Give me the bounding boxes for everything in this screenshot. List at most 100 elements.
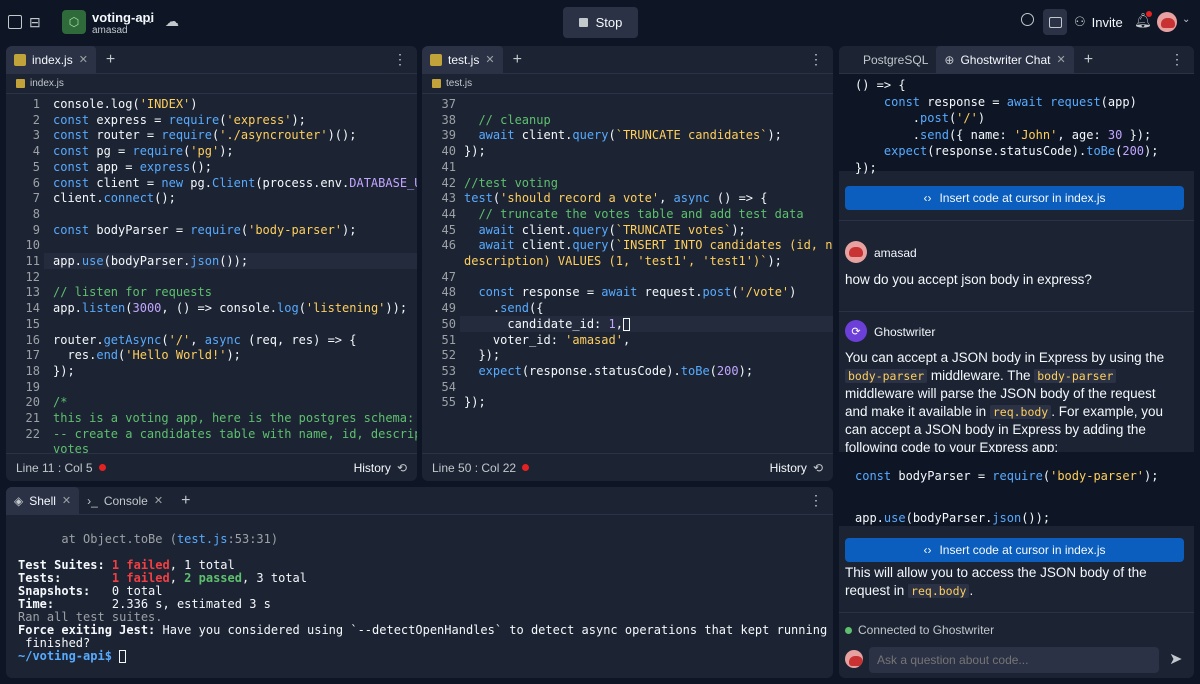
close-icon[interactable]: ✕ <box>79 53 88 66</box>
line-number: 46 <box>441 238 456 253</box>
line-number: 55 <box>441 395 456 410</box>
message-text: You can accept a JSON body in Express by… <box>845 350 1165 455</box>
user-avatar <box>845 241 867 263</box>
code-line: description) VALUES (1, 'test1', 'test1'… <box>464 254 782 268</box>
user-avatar <box>845 650 863 668</box>
close-icon[interactable]: ✕ <box>154 494 163 507</box>
line-number: 7 <box>32 191 40 206</box>
tab-postgresql[interactable]: PostgreSQL <box>839 46 936 74</box>
new-tab-icon[interactable]: + <box>1084 51 1093 69</box>
tab-ghostwriter-chat[interactable]: ⊕ Ghostwriter Chat ✕ <box>936 46 1074 74</box>
line-number: 44 <box>441 206 456 221</box>
error-indicator <box>98 464 106 471</box>
message-author: amasad <box>874 246 917 260</box>
js-file-icon <box>16 79 25 88</box>
breadcrumb-file[interactable]: test.js <box>446 78 472 89</box>
line-number: 6 <box>32 175 40 190</box>
more-menu-icon[interactable]: ⋮ <box>393 52 407 66</box>
cursor-position[interactable]: Line 11 : Col 5 <box>16 461 93 475</box>
search-icon[interactable] <box>1021 13 1034 26</box>
insert-code-button[interactable]: ‹› Insert code at cursor in index.js <box>845 538 1184 562</box>
line-number: 9 <box>32 222 40 237</box>
code-area[interactable]: 1 2 3 4 5 6 7 8 9 10 11 12 13 14 15 16 17 18 19 20 21 22 cons… <box>6 94 417 456</box>
tab-test-js[interactable]: test.js ✕ <box>422 46 503 74</box>
js-file-icon <box>430 53 442 66</box>
close-icon[interactable]: ✕ <box>1056 53 1065 66</box>
chat-tabbar: PostgreSQL ⊕ Ghostwriter Chat ✕ + ⋮ <box>839 46 1194 74</box>
status-bar: Line 50 : Col 22 History ⟲ <box>422 453 833 481</box>
code-line: const client = new pg.Client(process.env… <box>53 175 417 190</box>
line-number: 16 <box>25 332 40 347</box>
line-number: 20 <box>25 395 40 410</box>
tab-shell[interactable]: ◈ Shell ✕ <box>6 487 80 515</box>
code-brackets-icon: ‹› <box>923 191 932 205</box>
sidebar-toggle-icon[interactable] <box>8 15 22 29</box>
close-icon[interactable]: ✕ <box>62 494 71 507</box>
tab-label: Ghostwriter Chat <box>960 52 1051 67</box>
line-number: 41 <box>441 159 456 174</box>
line-number: 5 <box>32 159 40 174</box>
chevron-down-icon[interactable]: ⌄ <box>146 15 154 26</box>
history-label: History <box>769 460 807 475</box>
breadcrumb-file[interactable]: index.js <box>30 78 64 89</box>
more-menu-icon[interactable]: ⋮ <box>809 493 823 507</box>
invite-button[interactable]: ⚇ Invite <box>1068 9 1126 35</box>
workspace-icon[interactable]: ⊟ <box>29 14 41 31</box>
history-button[interactable]: History ⟲ <box>354 461 407 475</box>
breadcrumb: index.js <box>6 74 417 94</box>
line-number: 52 <box>441 348 456 363</box>
stop-button[interactable]: Stop <box>563 7 638 38</box>
line-number: 11 <box>25 254 40 268</box>
code-brackets-icon: ‹› <box>923 543 932 557</box>
terminal-output[interactable]: at Object.toBe (test.js:53:31) Test Suit… <box>18 533 827 663</box>
divider <box>839 612 1194 613</box>
new-tab-icon[interactable]: + <box>513 51 522 69</box>
chevron-down-icon[interactable]: ⌄ <box>1182 14 1190 25</box>
chat-input[interactable] <box>869 647 1159 673</box>
online-dot <box>845 626 852 634</box>
ghostwriter-icon: ⊕ <box>944 52 955 67</box>
line-number: 4 <box>32 144 40 159</box>
message-text: This will allow you to access the JSON b… <box>845 565 1147 598</box>
shell-icon: ◈ <box>14 493 24 508</box>
repl-name[interactable]: voting-api <box>92 10 154 25</box>
new-tab-icon[interactable]: + <box>181 492 190 510</box>
cursor-position[interactable]: Line 50 : Col 22 <box>432 461 516 475</box>
close-icon[interactable]: ✕ <box>485 53 494 66</box>
code-line: // truncate the votes table and add test… <box>478 206 804 221</box>
code-line: test('should record a vote', async () =>… <box>464 191 768 206</box>
code-line: router.getAsync('/', async (req, res) =>… <box>53 332 357 347</box>
code-line: console.log('INDEX') <box>53 97 198 111</box>
chat-button[interactable] <box>1043 9 1067 35</box>
code-line: .send({ <box>464 301 544 316</box>
ghostwriter-pane: PostgreSQL ⊕ Ghostwriter Chat ✕ + ⋮ () =… <box>839 46 1194 678</box>
insert-code-button[interactable]: ‹› Insert code at cursor in index.js <box>845 186 1184 210</box>
line-number: 40 <box>441 144 456 159</box>
tab-console[interactable]: ›_ Console ✕ <box>79 487 171 515</box>
line-number: 15 <box>25 316 40 331</box>
code-line: const pg = require('pg'); <box>53 144 234 159</box>
user-avatar[interactable] <box>1157 12 1177 32</box>
line-number: 47 <box>441 269 456 284</box>
history-label: History <box>353 460 391 475</box>
line-number: 42 <box>441 175 456 190</box>
tab-index-js[interactable]: index.js ✕ <box>6 46 96 74</box>
history-button[interactable]: History ⟲ <box>770 461 823 475</box>
code-area[interactable]: 37 38 39 40 41 42 43 44 45 46 47 48 49 50 51 52 53 54 55 /… <box>422 94 833 454</box>
connection-status: Connected to Ghostwriter <box>845 623 994 637</box>
invite-label: Invite <box>1091 14 1123 30</box>
new-tab-icon[interactable]: + <box>106 51 115 69</box>
code-line: /* <box>53 395 68 410</box>
cloud-icon: ☁ <box>165 13 179 29</box>
ghostwriter-avatar: ⟳ <box>845 320 867 342</box>
top-bar: ⊟ ⬡ voting-api amasad ⌄ ☁ Stop ⚇ Invite … <box>0 0 1200 44</box>
code-line: const app = express(); <box>53 159 212 174</box>
breadcrumb: test.js <box>422 74 833 94</box>
history-icon: ⟲ <box>396 460 407 475</box>
more-menu-icon[interactable]: ⋮ <box>809 52 823 66</box>
editor-tabbar: index.js ✕ + ⋮ <box>6 46 417 74</box>
send-icon[interactable]: ➤ <box>1169 649 1182 669</box>
code-block: () => { const response = await request(a… <box>839 74 1194 175</box>
insert-label: Insert code at cursor in index.js <box>939 191 1106 205</box>
more-menu-icon[interactable]: ⋮ <box>1170 52 1184 66</box>
